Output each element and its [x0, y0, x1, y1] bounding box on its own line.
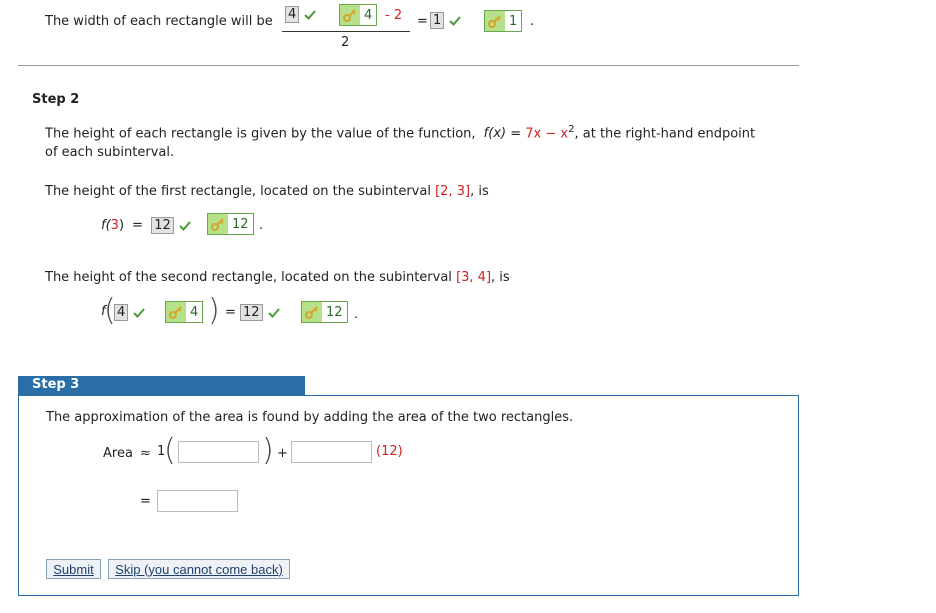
step3-desc: The approximation of the area is found b… [46, 410, 574, 425]
step3-title: Step 3 [18, 376, 305, 395]
plus-sign: + [277, 446, 288, 461]
desc-text: The height of each rectangle is given by… [45, 126, 476, 142]
first-interval: [2, 3] [435, 184, 471, 199]
first-area-input[interactable] [178, 441, 259, 463]
fraction-bar [282, 31, 410, 32]
first-period: . [259, 218, 264, 233]
second-arg-key-value: 4 [190, 304, 199, 320]
second-area-input[interactable] [291, 441, 372, 463]
area-open-paren: ( [164, 433, 176, 468]
second-answer-wrap: 12 [240, 304, 281, 321]
numerator-key[interactable]: 4 [339, 4, 378, 26]
second-key-value: 12 [326, 304, 343, 320]
first-rect-text: The height of the first rectangle, locat… [45, 184, 489, 199]
skip-button[interactable]: Skip (you cannot come back) [108, 559, 290, 579]
second-arg-key[interactable]: 4 [165, 301, 204, 323]
result-equals: = [140, 494, 151, 509]
second-eq: = [225, 305, 236, 320]
key-icon [485, 11, 505, 31]
step1-numerator: 4 [285, 6, 317, 23]
first-close: ) [118, 218, 125, 233]
first-eq: = [132, 218, 144, 233]
approx-sign: ≈ [140, 446, 151, 461]
key-icon [166, 302, 186, 322]
area-result-input[interactable] [157, 490, 238, 512]
second-arg-answer: 4 [114, 304, 129, 321]
submit-button[interactable]: Submit [46, 559, 101, 579]
second-is: , is [491, 270, 510, 285]
first-key[interactable]: 12 [207, 213, 254, 235]
check-icon [133, 307, 146, 318]
first-arg: 3 [110, 218, 119, 233]
minus-term: - 2 [385, 8, 403, 23]
area-close-paren: ) [262, 433, 274, 468]
key-icon [340, 5, 360, 25]
step1-intro: The width of each rectangle will be [45, 14, 273, 29]
denominator: 2 [341, 35, 350, 50]
first-answer: 12 [151, 217, 174, 234]
step2-desc: The height of each rectangle is given by… [45, 124, 755, 141]
func-eq: = [510, 126, 522, 142]
second-rect-text: The height of the second rectangle, loca… [45, 270, 510, 285]
second-arg-wrap: 4 [114, 304, 146, 321]
desc-text-b: , at the right-hand endpoint [574, 126, 756, 142]
step2-title: Step 2 [32, 92, 80, 107]
result-answer: 1 [430, 12, 445, 29]
second-text: The height of the second rectangle, loca… [45, 270, 452, 285]
second-answer: 12 [240, 304, 263, 321]
equals-sign: = [417, 14, 428, 29]
given-value: (12) [376, 444, 403, 459]
first-text: The height of the first rectangle, locat… [45, 184, 431, 199]
period: . [530, 14, 535, 29]
second-interval: [3, 4] [456, 270, 492, 285]
first-eval: f(3) = 12 [101, 217, 192, 234]
close-paren: ) [208, 293, 220, 328]
check-icon [304, 9, 317, 20]
first-f: f( [101, 218, 111, 233]
check-icon [449, 15, 462, 26]
second-period: . [354, 307, 359, 322]
key-icon [302, 302, 322, 322]
numerator-key-value: 4 [364, 7, 373, 23]
func-name: f(x) [483, 126, 507, 142]
first-key-value: 12 [232, 216, 249, 232]
numerator-answer: 4 [285, 6, 300, 23]
check-icon [179, 220, 191, 231]
second-key[interactable]: 12 [301, 301, 348, 323]
first-is: , is [470, 184, 489, 199]
check-icon [267, 307, 280, 318]
result-key-value: 1 [509, 13, 518, 29]
area-label: Area [103, 446, 133, 461]
key-icon [208, 214, 228, 234]
desc-text-c: of each subinterval. [45, 145, 175, 160]
result-key[interactable]: 1 [484, 10, 523, 32]
result-answer-wrap: 1 [430, 12, 462, 29]
func-rhs: 7x − x [525, 126, 569, 142]
step-divider [18, 65, 799, 66]
